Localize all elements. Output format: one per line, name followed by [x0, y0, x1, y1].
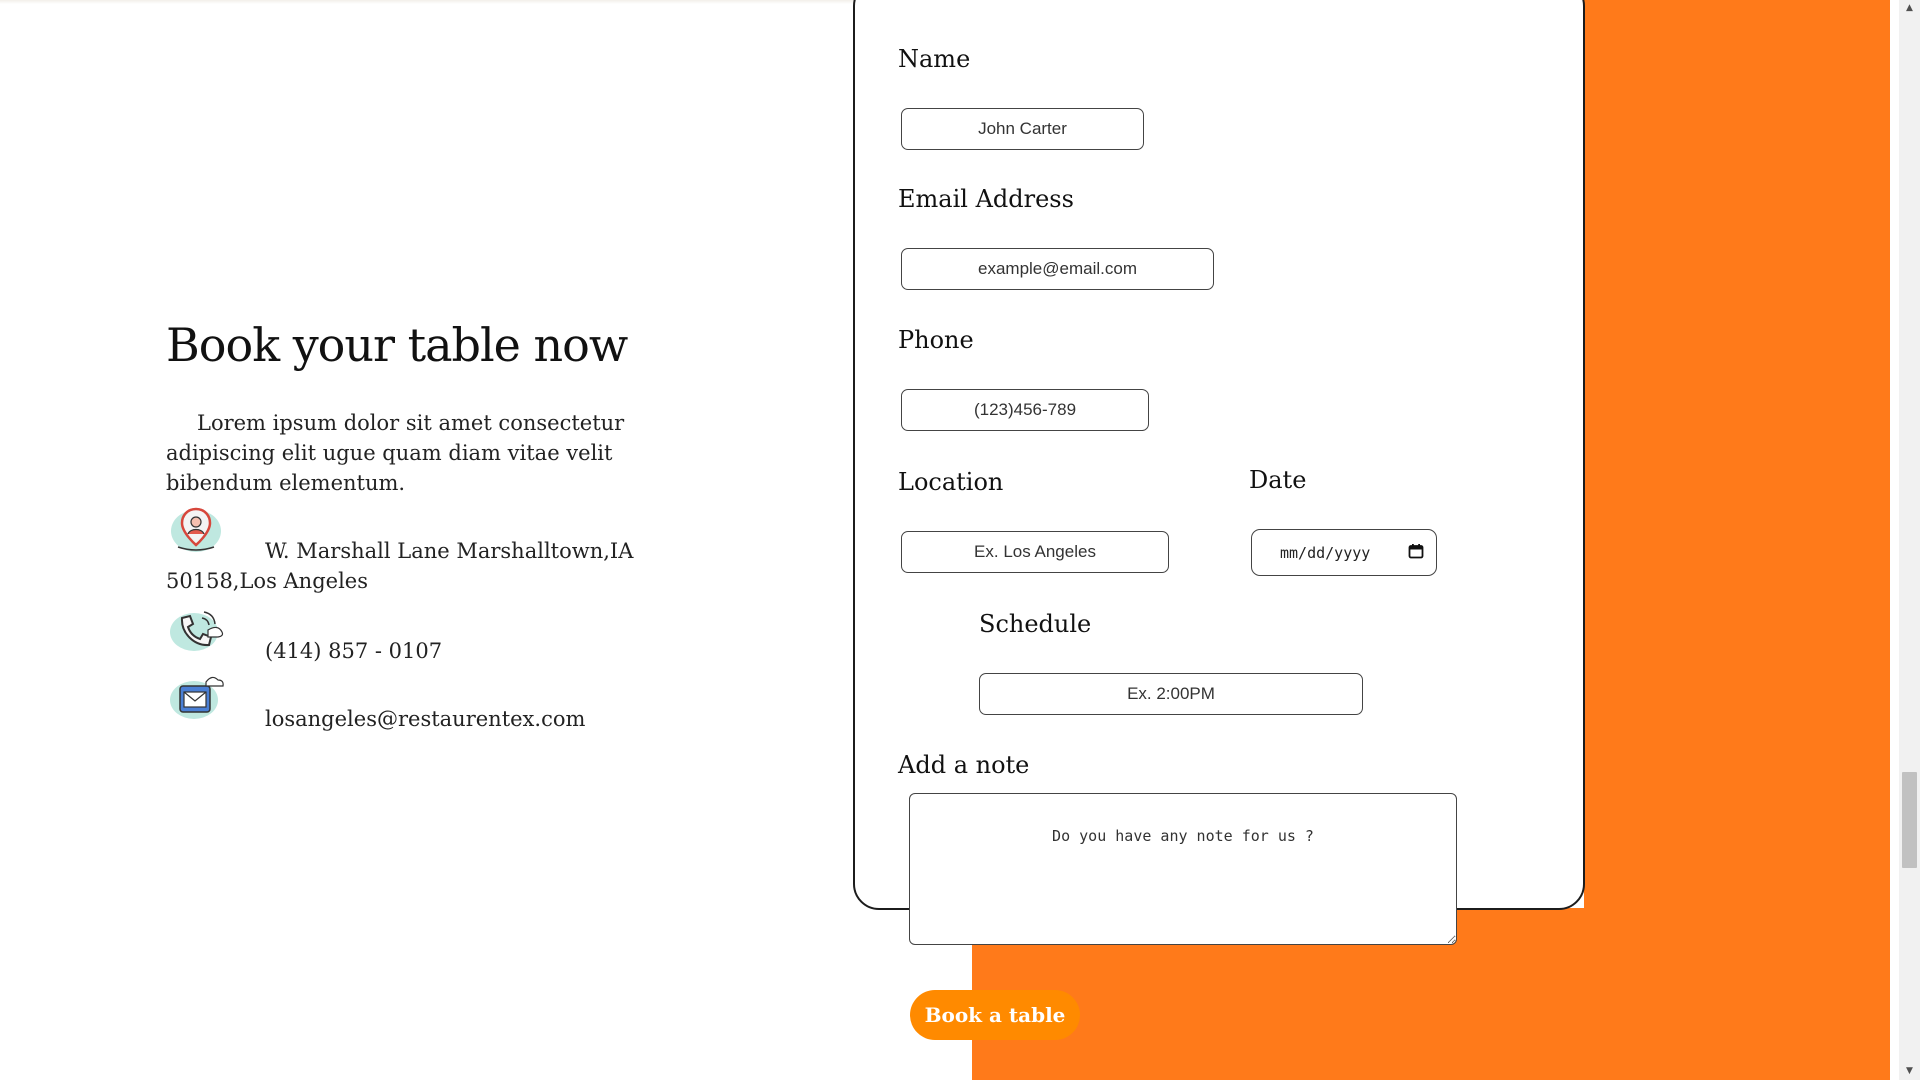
schedule-input[interactable] — [979, 673, 1363, 715]
note-label: Add a note — [898, 751, 1030, 779]
location-input[interactable] — [901, 531, 1169, 573]
envelope-icon — [168, 672, 226, 724]
email-label: Email Address — [898, 185, 1074, 213]
name-label: Name — [898, 45, 971, 73]
phone-label: Phone — [898, 326, 974, 354]
email-input[interactable] — [901, 248, 1214, 290]
name-input[interactable] — [901, 108, 1144, 150]
scroll-up-arrow-icon[interactable]: ▲ — [1899, 0, 1920, 17]
note-textarea[interactable] — [909, 793, 1457, 945]
schedule-label: Schedule — [979, 610, 1092, 638]
phone-input[interactable] — [901, 389, 1149, 431]
calendar-icon[interactable] — [1408, 543, 1424, 563]
booking-page: Book your table now Lorem ipsum dolor si… — [0, 0, 1920, 1080]
phone-text: (414) 857 - 0107 — [265, 639, 443, 663]
scroll-down-arrow-icon[interactable]: ▼ — [1899, 1063, 1920, 1080]
book-table-button[interactable]: Book a table — [910, 990, 1080, 1040]
date-input[interactable]: mm/dd/yyyy — [1251, 529, 1437, 576]
phone-icon — [168, 604, 226, 656]
email-text: losangeles@restaurentex.com — [265, 707, 586, 731]
intro-text: Lorem ipsum dolor sit amet consectetur a… — [166, 411, 625, 495]
date-label: Date — [1249, 466, 1307, 494]
date-placeholder: mm/dd/yyyy — [1280, 543, 1371, 562]
vertical-scrollbar[interactable]: ▲ ▼ — [1899, 0, 1920, 1080]
location-label: Location — [898, 468, 1004, 496]
page-heading: Book your table now — [166, 318, 628, 372]
scrollbar-thumb[interactable] — [1902, 772, 1917, 868]
address-text: W. Marshall Lane Marshalltown,IA 50158,L… — [166, 539, 634, 593]
